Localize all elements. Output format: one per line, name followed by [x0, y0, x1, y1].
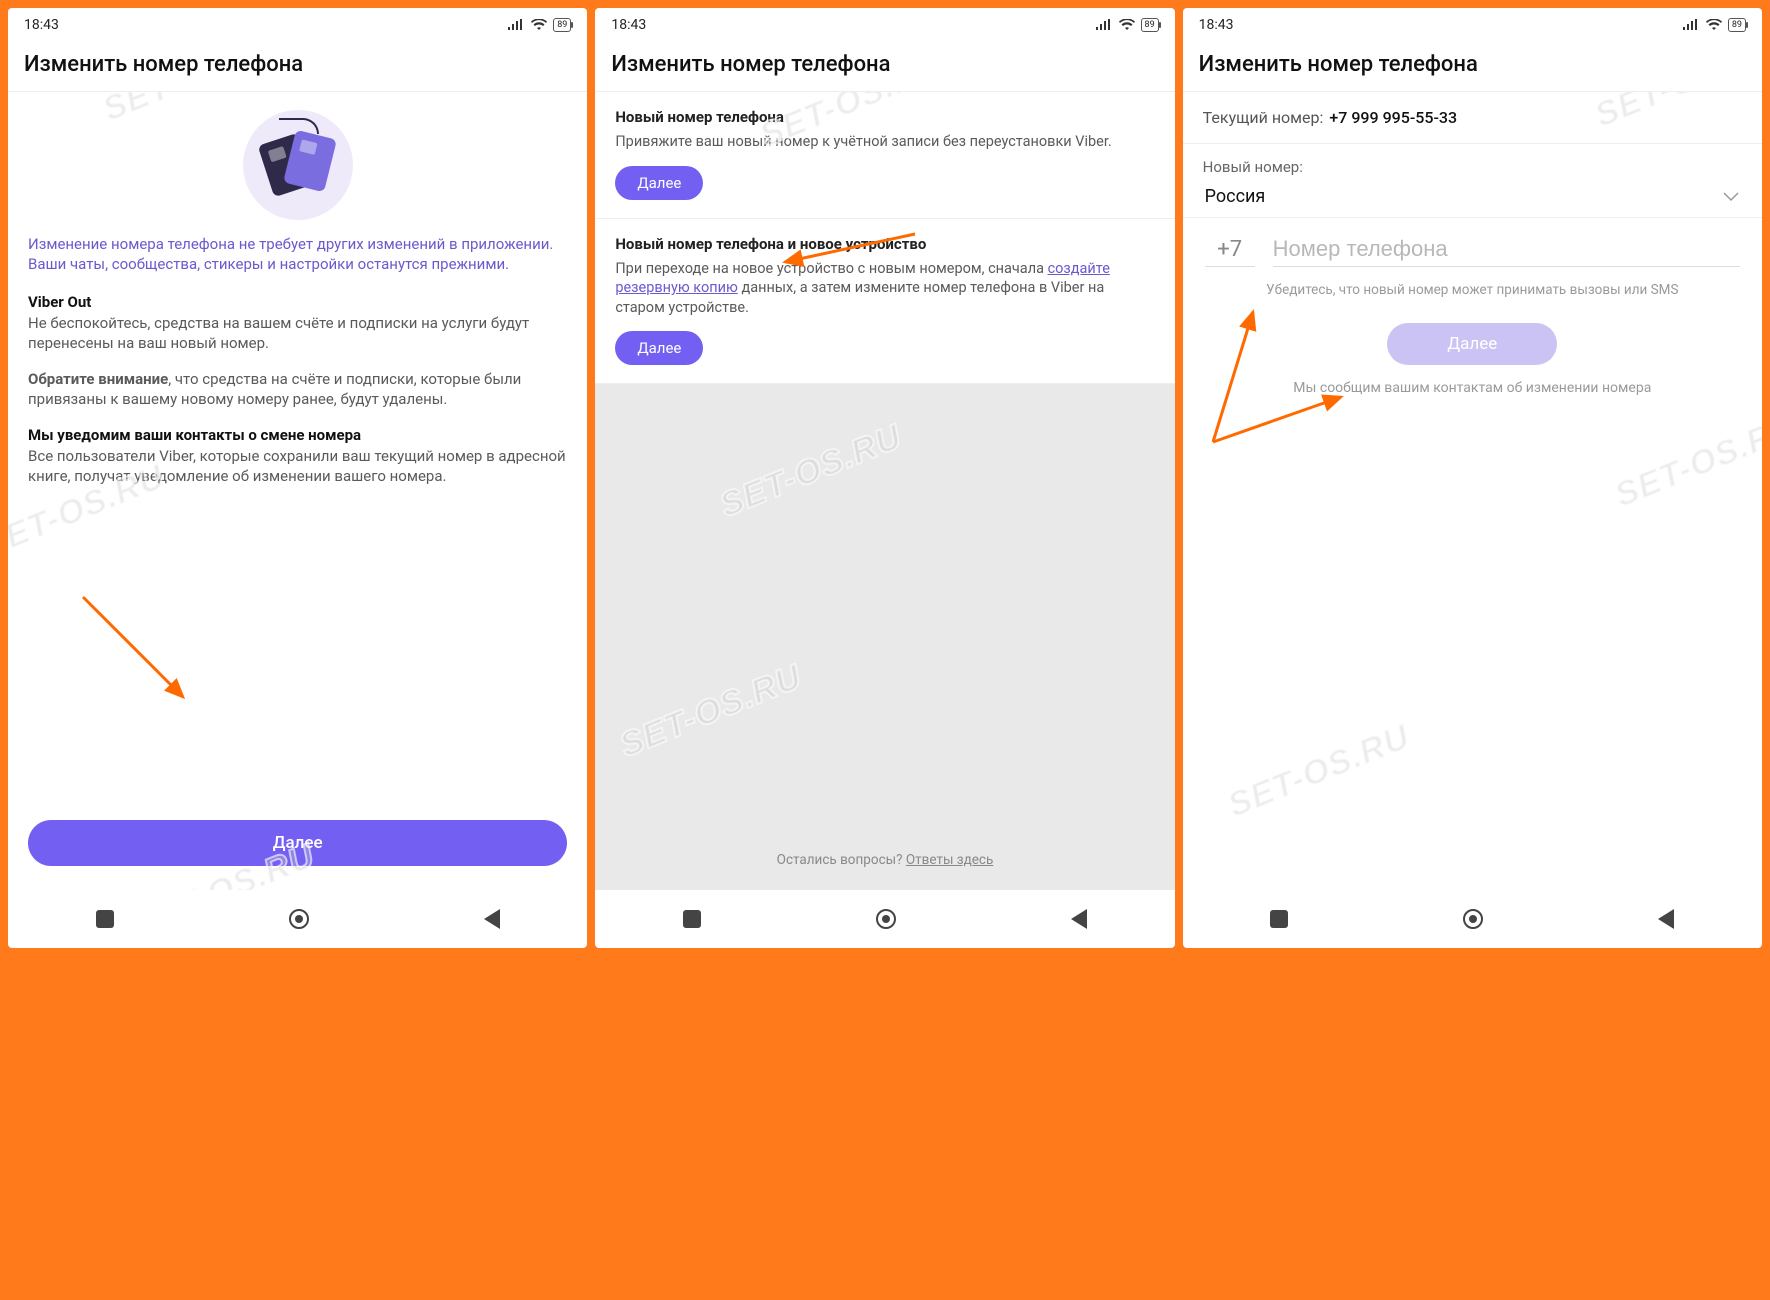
wifi-icon: [531, 19, 547, 31]
clock: 18:43: [1199, 17, 1234, 33]
current-number-row: Текущий номер:+7 999 995-55-33: [1183, 92, 1762, 144]
option1-block: Новый номер телефона Привяжите ваш новый…: [595, 92, 1174, 219]
country-code-prefix: +7: [1205, 237, 1255, 267]
battery-icon: 89: [1141, 18, 1159, 32]
clock: 18:43: [611, 17, 646, 33]
next-button[interactable]: Далее: [28, 820, 567, 866]
android-navbar: [1183, 890, 1762, 948]
answers-link[interactable]: Ответы здесь: [906, 852, 993, 868]
wifi-icon: [1706, 19, 1722, 31]
battery-icon: 89: [553, 18, 571, 32]
android-navbar: [595, 890, 1174, 948]
contacts-note: Мы сообщим вашим контактам об изменении …: [1183, 379, 1762, 398]
page-title: Изменить номер телефона: [595, 42, 1174, 92]
section1-text: Не беспокойтесь, средства на вашем счёте…: [28, 313, 567, 354]
phone-number-input[interactable]: [1273, 236, 1740, 267]
recent-apps-button[interactable]: [96, 910, 114, 928]
home-button[interactable]: [876, 909, 896, 929]
back-button[interactable]: [1658, 909, 1674, 929]
section3-title: Мы уведомим ваши контакты о смене номера: [28, 426, 567, 444]
country-value: Россия: [1205, 186, 1266, 207]
signal-icon: [1095, 19, 1113, 31]
recent-apps-button[interactable]: [683, 910, 701, 928]
chevron-down-icon: [1722, 192, 1740, 202]
option2-next-button[interactable]: Далее: [615, 331, 703, 365]
current-number-value: +7 999 995-55-33: [1329, 108, 1457, 127]
annotation-arrow: [78, 592, 198, 711]
intro-text: Изменение номера телефона не требует дру…: [28, 234, 567, 275]
status-bar: 18:43 89: [595, 8, 1174, 42]
sim-illustration: [28, 104, 567, 234]
option2-block: Новый номер телефона и новое устройство …: [595, 219, 1174, 385]
country-selector[interactable]: Россия: [1183, 180, 1762, 218]
option1-next-button[interactable]: Далее: [615, 166, 703, 200]
screen-1: 18:43 89 Изменить номер телефона Изменен…: [8, 8, 587, 948]
home-button[interactable]: [289, 909, 309, 929]
section3-text: Все пользователи Viber, которые сохранил…: [28, 446, 567, 487]
section2-text: Обратите внимание, что средства на счёте…: [28, 369, 567, 410]
status-bar: 18:43 89: [8, 8, 587, 42]
watermark: SET-OS.RU: [1222, 717, 1415, 825]
option2-title: Новый номер телефона и новое устройство: [615, 235, 1154, 253]
watermark: SET-OS.RU: [1609, 407, 1762, 515]
screen-2: 18:43 89 Изменить номер телефона Новый н…: [595, 8, 1174, 948]
back-button[interactable]: [484, 909, 500, 929]
footer-help: Остались вопросы? Ответы здесь: [595, 852, 1174, 868]
android-navbar: [8, 890, 587, 948]
screen-3: 18:43 89 Изменить номер телефона Текущий…: [1183, 8, 1762, 948]
input-hint: Убедитесь, что новый номер может принима…: [1183, 273, 1762, 317]
back-button[interactable]: [1071, 909, 1087, 929]
status-bar: 18:43 89: [1183, 8, 1762, 42]
page-title: Изменить номер телефона: [1183, 42, 1762, 92]
wifi-icon: [1119, 19, 1135, 31]
next-button-disabled: Далее: [1387, 323, 1557, 365]
option2-text: При переходе на новое устройство с новым…: [615, 259, 1154, 318]
signal-icon: [507, 19, 525, 31]
page-title: Изменить номер телефона: [8, 42, 587, 92]
clock: 18:43: [24, 17, 59, 33]
recent-apps-button[interactable]: [1270, 910, 1288, 928]
option1-title: Новый номер телефона: [615, 108, 1154, 126]
section1-title: Viber Out: [28, 293, 567, 311]
home-button[interactable]: [1463, 909, 1483, 929]
empty-area: Остались вопросы? Ответы здесь: [595, 384, 1174, 890]
new-number-label: Новый номер:: [1183, 144, 1762, 180]
option1-text: Привяжите ваш новый номер к учётной запи…: [615, 132, 1154, 152]
battery-icon: 89: [1728, 18, 1746, 32]
signal-icon: [1682, 19, 1700, 31]
